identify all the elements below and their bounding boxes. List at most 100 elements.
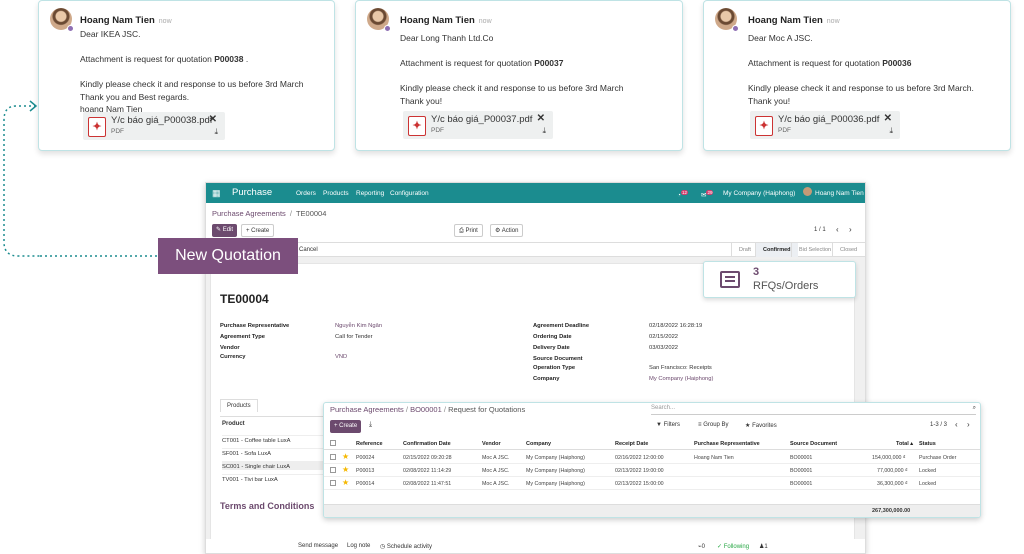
- app-name[interactable]: Purchase: [232, 187, 272, 198]
- create-button[interactable]: + Create: [241, 224, 275, 237]
- attachment[interactable]: ✦ Y/c báo giá_P00038.pdf PDF ✕ ⤓: [83, 112, 225, 140]
- print-button[interactable]: ⎙ Print: [454, 224, 483, 237]
- user-avatar[interactable]: [803, 187, 812, 196]
- edit-button[interactable]: ✎ Edit: [212, 224, 238, 237]
- author-name: Hoang Nam Tien: [400, 15, 475, 26]
- layers-icon: ≡: [698, 422, 702, 428]
- search-input[interactable]: Search... ⌕: [651, 405, 976, 415]
- breadcrumb-parent[interactable]: BO00001: [410, 405, 442, 414]
- download-icon[interactable]: ⤓: [889, 126, 893, 136]
- tab-products[interactable]: Products: [220, 399, 258, 412]
- filters-button[interactable]: ▼ Filters: [656, 422, 680, 428]
- product-row[interactable]: CT001 - Coffee table LuxA: [222, 435, 328, 444]
- product-row[interactable]: SF001 - Sofa LuxA: [222, 448, 328, 457]
- terms-heading: Terms and Conditions: [220, 501, 315, 511]
- column-source-document[interactable]: Source Document: [790, 441, 837, 447]
- menu-products[interactable]: Products: [323, 190, 349, 197]
- select-all-checkbox[interactable]: [330, 440, 336, 446]
- star-icon[interactable]: ★: [342, 465, 349, 474]
- pager-prev[interactable]: ‹: [836, 225, 839, 234]
- greeting: Dear Moc A JSC.: [748, 33, 813, 43]
- field-label: Ordering Date: [533, 334, 572, 340]
- field-value[interactable]: VND: [335, 354, 347, 360]
- close-icon[interactable]: ✕: [884, 113, 892, 124]
- breadcrumb: Purchase Agreements / BO00001 / Request …: [330, 405, 526, 414]
- column-vendor[interactable]: Vendor: [482, 441, 501, 447]
- field-value[interactable]: San Francisco: Receipts: [649, 365, 712, 371]
- breadcrumb-root[interactable]: Purchase Agreements: [330, 405, 404, 414]
- chat-icon[interactable]: ✉29: [701, 190, 714, 199]
- stage-closed[interactable]: Closed: [832, 243, 864, 257]
- action-button[interactable]: ⚙ Action: [490, 224, 524, 237]
- followers-count[interactable]: ♟1: [759, 543, 768, 550]
- rfq-orders-smart-button[interactable]: 3 RFQs/Orders: [703, 261, 856, 298]
- breadcrumb: Purchase Agreements / TE00004: [212, 209, 327, 218]
- menu-reporting[interactable]: Reporting: [356, 190, 384, 197]
- row-checkbox[interactable]: [330, 467, 336, 473]
- table-row[interactable]: ★ P00014 02/08/2022 11:47:51 Moc A JSC. …: [324, 477, 980, 490]
- search-icon[interactable]: ⌕: [973, 405, 976, 412]
- column-receipt-date[interactable]: Receipt Date: [615, 441, 648, 447]
- greeting: Dear IKEA JSC.: [80, 29, 141, 39]
- column-company[interactable]: Company: [526, 441, 551, 447]
- attachment-name: Y/c báo giá_P00038.pdf: [111, 115, 213, 126]
- column-total[interactable]: Total ▴: [896, 441, 913, 447]
- activity-icon[interactable]: ◔12: [677, 190, 688, 199]
- thanks-line: Thank you!: [748, 95, 791, 106]
- download-icon[interactable]: ⤓: [542, 126, 546, 136]
- cell-reference: P00024: [356, 455, 375, 461]
- log-note-button[interactable]: Log note: [347, 543, 370, 549]
- field-label: Agreement Type: [220, 334, 265, 340]
- row-checkbox[interactable]: [330, 454, 336, 460]
- pager-prev[interactable]: ‹: [955, 420, 958, 429]
- cancel-button[interactable]: Cancel: [299, 247, 318, 253]
- breadcrumb-root[interactable]: Purchase Agreements: [212, 209, 286, 218]
- product-row[interactable]: TV001 - Tivi bar LuxA: [222, 474, 328, 483]
- user-menu[interactable]: Hoang Nam Tien: [815, 190, 864, 197]
- field-value[interactable]: 02/18/2022 16:28:19: [649, 323, 702, 329]
- column-reference[interactable]: Reference: [356, 441, 383, 447]
- star-icon[interactable]: ★: [342, 452, 349, 461]
- download-icon[interactable]: ⤓: [214, 127, 218, 137]
- pager-next[interactable]: ›: [967, 420, 970, 429]
- field-value[interactable]: 02/15/2022: [649, 334, 678, 340]
- pager-next[interactable]: ›: [849, 225, 852, 234]
- activity-badge: 12: [680, 190, 688, 195]
- favorites-button[interactable]: ★ Favorites: [745, 422, 777, 429]
- pdf-icon: ✦: [408, 116, 426, 136]
- menu-orders[interactable]: Orders: [296, 190, 316, 197]
- table-row[interactable]: ★ P00024 02/15/2022 09:20:28 Moc A JSC. …: [324, 451, 980, 464]
- message-time: now: [158, 18, 172, 25]
- sum-total: 267,300,000.00: [872, 508, 911, 514]
- group-by-button[interactable]: ≡ Group By: [698, 422, 729, 428]
- stage-draft[interactable]: Draft: [731, 243, 758, 257]
- apps-grid-icon[interactable]: ▦: [212, 188, 221, 199]
- row-checkbox[interactable]: [330, 480, 336, 486]
- attachment-name: Y/c báo giá_P00037.pdf: [431, 114, 533, 125]
- menu-configuration[interactable]: Configuration: [390, 190, 429, 197]
- column-confirmation-date[interactable]: Confirmation Date: [403, 441, 451, 447]
- schedule-activity-button[interactable]: ◷ Schedule activity: [380, 543, 432, 550]
- company-switcher[interactable]: My Company (Haiphong): [723, 190, 795, 197]
- chat-badge: 29: [706, 190, 714, 195]
- product-row[interactable]: SC001 - Single chair LuxA: [222, 461, 328, 470]
- close-icon[interactable]: ✕: [209, 114, 217, 125]
- send-message-button[interactable]: Send message: [298, 543, 338, 549]
- list-icon: [720, 271, 740, 288]
- attachment[interactable]: ✦ Y/c báo giá_P00037.pdf PDF ✕ ⤓: [403, 111, 553, 139]
- attachments-count[interactable]: ⌁0: [698, 543, 705, 550]
- attachment[interactable]: ✦ Y/c báo giá_P00036.pdf PDF ✕ ⤓: [750, 111, 900, 139]
- column-purchase-representative[interactable]: Purchase Representative: [694, 441, 760, 447]
- following-button[interactable]: ✓ Following: [717, 543, 749, 550]
- field-value[interactable]: 03/03/2022: [649, 345, 678, 351]
- download-icon[interactable]: ⤓: [369, 421, 372, 429]
- field-value[interactable]: Nguyễn Kim Ngân: [335, 323, 382, 329]
- create-button[interactable]: + Create: [330, 420, 362, 433]
- edit-icon: ✎: [216, 227, 222, 233]
- table-row[interactable]: ★ P00013 02/08/2022 11:14:29 Moc A JSC. …: [324, 464, 980, 477]
- field-value[interactable]: My Company (Haiphong): [649, 376, 713, 382]
- field-value[interactable]: Call for Tender: [335, 334, 373, 340]
- close-icon[interactable]: ✕: [537, 113, 545, 124]
- column-status[interactable]: Status: [919, 441, 936, 447]
- star-icon[interactable]: ★: [342, 478, 349, 487]
